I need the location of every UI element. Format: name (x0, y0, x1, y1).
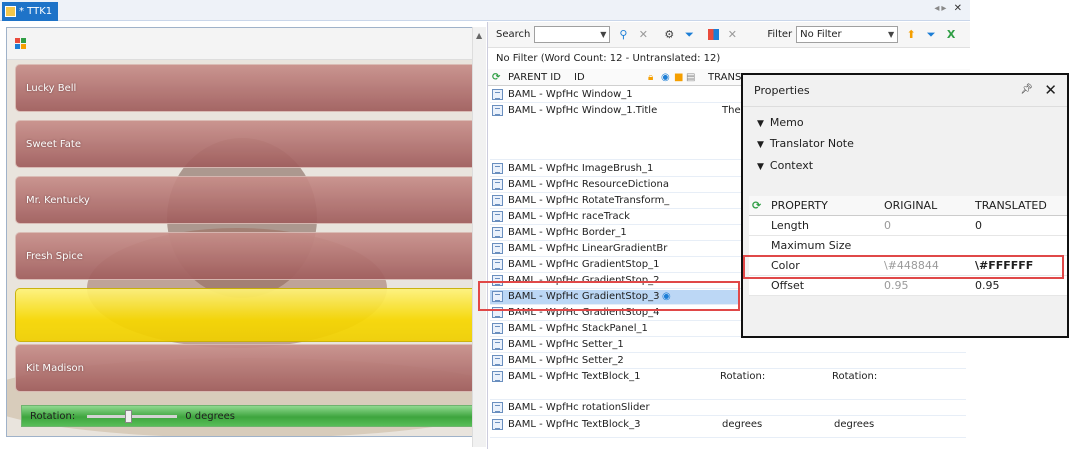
horse-lane[interactable]: Mr. Kentucky (15, 176, 477, 224)
property-row[interactable]: Maximum Size (749, 236, 1067, 256)
property-row[interactable]: Offset 0.95 0.95 (749, 276, 1067, 296)
baml-resource-icon (492, 89, 503, 100)
horse-lane[interactable]: Lucky Bell (15, 64, 477, 112)
properties-title-bar: Properties 📌︎ ✕ (743, 75, 1067, 107)
section-memo[interactable]: Memo (757, 116, 804, 129)
folder-icon: ■ (674, 72, 684, 83)
document-icon (5, 6, 16, 17)
eye-icon: ◉ (662, 291, 671, 302)
document-tab-strip: * TTK1 ◂▸ ✕ (0, 0, 970, 21)
baml-resource-icon (492, 371, 503, 382)
filter-edit-icon[interactable]: ⏷ (924, 28, 938, 42)
baml-resource-icon (492, 339, 503, 350)
horse-name: Fresh Spice (26, 250, 83, 262)
horse-lane[interactable]: Fresh Spice (15, 232, 477, 280)
baml-resource-icon (492, 243, 503, 254)
chevron-down-icon: ▼ (600, 30, 607, 39)
table-row[interactable]: BAML - WpfHc Setter_1 (490, 338, 966, 353)
scroll-right-icon[interactable]: ▸ (941, 3, 948, 14)
preview-header (7, 28, 477, 60)
rotation-slider-thumb[interactable] (125, 409, 133, 423)
baml-resource-icon (492, 291, 503, 302)
remove-icon[interactable]: ✕ (725, 28, 739, 42)
refresh-icon[interactable]: ⟳ (492, 72, 500, 83)
race-track-bar: Rotation: 0 degrees (21, 405, 477, 427)
filter-label: Filter (767, 29, 793, 40)
horse-lane[interactable]: Kit Madison (15, 344, 477, 392)
column-original: ORIGINAL (884, 199, 938, 212)
baml-resource-icon (492, 227, 503, 238)
eye-icon: ◉ (661, 72, 670, 83)
baml-resource-icon (492, 355, 503, 366)
baml-resource-icon (492, 419, 503, 430)
table-row[interactable]: BAML - WpfHc TextBlock_1 Rotation: Rotatio… (490, 370, 966, 400)
properties-panel: Properties 📌︎ ✕ Memo Translator Note Con… (741, 73, 1069, 338)
tab-ttk1[interactable]: * TTK1 (2, 2, 58, 21)
section-translator-note[interactable]: Translator Note (757, 137, 854, 150)
search-input[interactable]: ▼ (534, 26, 611, 43)
baml-resource-icon (492, 105, 503, 116)
property-row-color[interactable]: Color \#448844 \#FFFFFF (749, 256, 1067, 276)
baml-resource-icon (492, 195, 503, 206)
table-row[interactable]: BAML - WpfHc rotationSlider (490, 401, 966, 416)
clear-search-icon[interactable]: ✕ (636, 28, 650, 42)
lock-icon: 🔒︎ (648, 72, 654, 83)
scroll-up-icon[interactable]: ▲ (476, 31, 482, 40)
horse-name: Sweet Fate (26, 138, 81, 150)
app-logo-icon (15, 38, 27, 50)
rotation-label: Rotation: (30, 410, 76, 422)
horse-lane-selected[interactable] (15, 288, 477, 342)
baml-resource-icon (492, 402, 503, 413)
close-tab-icon[interactable]: ✕ (954, 3, 964, 14)
properties-title: Properties (754, 84, 810, 97)
table-row-selected[interactable]: BAML - WpfHc GradientStop_3 ◉ (490, 290, 740, 305)
filter-status: No Filter (Word Count: 12 - Untranslated… (496, 53, 721, 64)
chevron-down-icon: ▼ (887, 30, 895, 39)
baml-resource-icon (492, 259, 503, 270)
search-label: Search (496, 29, 531, 40)
property-row[interactable]: Length 0 0 (749, 216, 1067, 236)
column-property: PROPERTY (771, 199, 828, 212)
table-row[interactable]: BAML - WpfHc Setter_2 (490, 354, 966, 369)
table-row[interactable]: BAML - WpfHc TextBlock_3 degrees degrees (490, 418, 966, 438)
baml-resource-icon (492, 307, 503, 318)
page-icon: ▤ (686, 72, 696, 83)
filter-select[interactable]: No Filter ▼ (796, 26, 899, 43)
baml-resource-icon (492, 163, 503, 174)
visual-preview-window: Lucky Bell Sweet Fate Mr. Kentucky Fresh… (6, 27, 478, 437)
search-icon[interactable]: ⚲ (616, 28, 630, 42)
refresh-icon[interactable]: ⟳ (752, 199, 761, 212)
column-translated: TRANSLATED (975, 199, 1047, 212)
tab-label: * TTK1 (19, 6, 53, 17)
funnel-icon[interactable]: ⏷ (682, 28, 696, 42)
rotation-value: 0 degrees (185, 410, 235, 422)
column-id[interactable]: ID (574, 72, 585, 83)
baml-resource-icon (492, 275, 503, 286)
folder-add-icon[interactable]: ⬆ (904, 28, 918, 42)
rotation-slider[interactable] (87, 409, 178, 423)
section-context[interactable]: Context (757, 159, 813, 172)
column-parent-id[interactable]: PARENT ID (508, 72, 561, 83)
close-icon[interactable]: ✕ (1044, 81, 1057, 99)
horse-name: Mr. Kentucky (26, 194, 90, 206)
properties-header-row: ⟳ PROPERTY ORIGINAL TRANSLATED (749, 196, 1067, 216)
excel-icon[interactable]: X (944, 28, 958, 42)
baml-resource-icon (492, 323, 503, 334)
horse-name: Kit Madison (26, 362, 84, 374)
tab-controls: ◂▸ ✕ (934, 3, 964, 14)
baml-resource-icon (492, 211, 503, 222)
properties-table: ⟳ PROPERTY ORIGINAL TRANSLATED Length 0 … (749, 196, 1067, 296)
horse-lane[interactable]: Sweet Fate (15, 120, 477, 168)
gear-icon[interactable]: ⚙ (662, 28, 676, 42)
baml-resource-icon (492, 179, 503, 190)
preview-scrollbar[interactable]: ▲ (472, 27, 486, 447)
pin-icon[interactable]: 📌︎ (1020, 84, 1033, 95)
horse-name: Lucky Bell (26, 82, 77, 94)
color-grid-icon[interactable] (708, 29, 720, 40)
grid-toolbar: Search ▼ ⚲ ✕ ⚙ ⏷ ✕ Filter No Filter ▼ ⬆ ⏷… (488, 22, 970, 48)
